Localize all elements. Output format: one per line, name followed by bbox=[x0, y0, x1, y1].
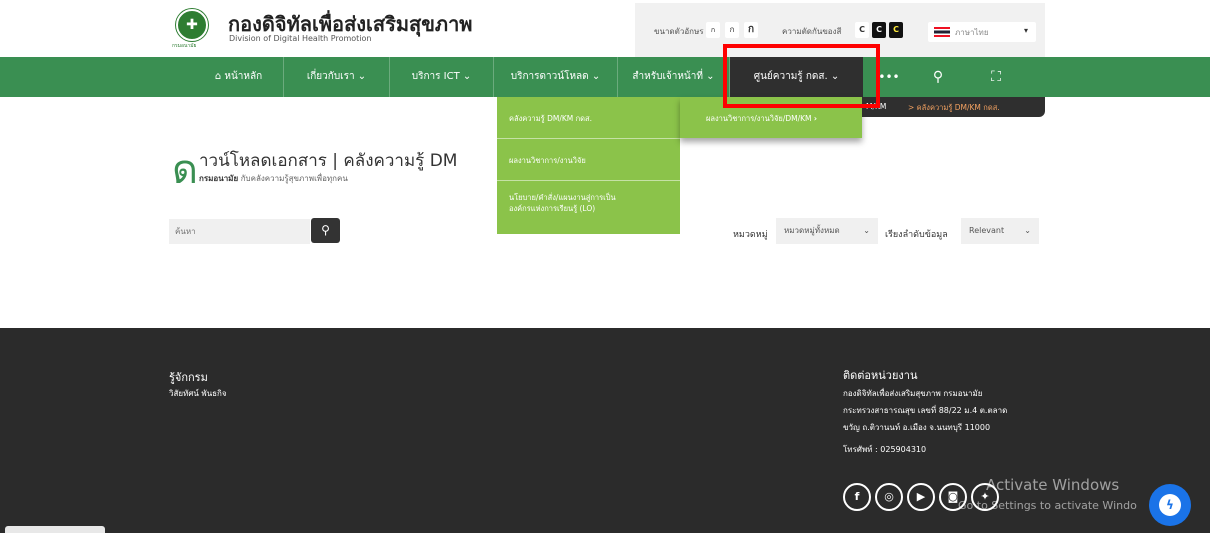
facebook-icon[interactable]: f bbox=[843, 483, 871, 511]
nav-staff-label: สำหรับเจ้าหน้าที่ bbox=[632, 71, 703, 82]
language-select[interactable]: ภาษาไทย ▾ bbox=[928, 22, 1036, 42]
bottom-tab[interactable] bbox=[5, 526, 105, 533]
contrast-dark-button[interactable]: C bbox=[872, 22, 886, 38]
nav-about-label: เกี่ยวกับเรา bbox=[306, 71, 355, 82]
home-icon: ⌂ bbox=[214, 71, 222, 82]
nav-staff[interactable]: สำหรับเจ้าหน้าที่ ⌄ bbox=[618, 57, 730, 97]
language-value: ภาษาไทย bbox=[955, 28, 989, 37]
title-initial: ด bbox=[172, 147, 198, 193]
menu-item-policy-lo[interactable]: นโยบาย/คำสั่ง/แผนงานสู่การเป็น องค์กรแห่ง… bbox=[497, 181, 680, 234]
breadcrumb: M/KM > คลังความรู้ DM/KM กดส. bbox=[862, 97, 1045, 117]
font-small-button[interactable]: ก bbox=[706, 22, 720, 38]
font-size-label: ขนาดตัวอักษร bbox=[654, 27, 704, 36]
nav-home-label: หน้าหลัก bbox=[224, 71, 263, 82]
highlight-annotation bbox=[723, 44, 880, 108]
search-button[interactable]: ⚲ bbox=[311, 218, 340, 243]
page-subtitle-bold: กรมอนามัย bbox=[199, 174, 239, 183]
page-subtitle-text: กับคลังความรู้สุขภาพเพื่อทุกคน bbox=[240, 174, 348, 183]
chevron-down-icon: ⌄ bbox=[863, 226, 870, 235]
nav-download-label: บริการดาวน์โหลด bbox=[510, 71, 589, 82]
messenger-icon: ϟ bbox=[1159, 494, 1181, 516]
contrast-yellow-button[interactable]: C bbox=[889, 22, 903, 38]
line-icon[interactable]: ◎ bbox=[875, 483, 903, 511]
chevron-down-icon: ⌄ bbox=[706, 71, 715, 82]
footer-contact-title: ติดต่อหน่วยงาน bbox=[843, 369, 918, 382]
contrast-normal-button[interactable]: C bbox=[855, 22, 869, 38]
footer-vision-link[interactable]: วิสัยทัศน์ พันธกิจ bbox=[169, 387, 227, 400]
chevron-right-icon: › bbox=[813, 114, 817, 123]
nav-ict[interactable]: บริการ ICT ⌄ bbox=[390, 57, 494, 97]
logo-emblem-icon: ✚ bbox=[186, 17, 198, 33]
footer-about-title: รู้จักกรม bbox=[169, 371, 208, 384]
page-subtitle: กรมอนามัย กับคลังความรู้สุขภาพเพื่อทุกคน bbox=[199, 172, 348, 185]
logo[interactable]: ✚ bbox=[176, 9, 208, 41]
sort-value: Relevant bbox=[969, 226, 1005, 235]
footer-address-line2: กระทรวงสาธารณสุข เลขที่ 88/22 ม.4 ต.ตลาด bbox=[843, 406, 1008, 415]
nav-download[interactable]: บริการดาวน์โหลด ⌄ bbox=[494, 57, 618, 97]
menu-item-research[interactable]: ผลงานวิชาการ/งานวิจัย bbox=[497, 139, 680, 181]
logo-caption: กรมอนามัย bbox=[172, 43, 197, 49]
main-nav: ⌂ หน้าหลัก เกี่ยวกับเรา ⌄ บริการ ICT ⌄ บ… bbox=[0, 57, 1210, 97]
sort-select[interactable]: Relevant ⌄ bbox=[961, 218, 1039, 244]
messenger-chat-button[interactable]: ϟ bbox=[1149, 484, 1191, 526]
footer-address-line3: ขวัญ ถ.ติวานนท์ อ.เมือง จ.นนทบุรี 11000 bbox=[843, 423, 991, 432]
page-title: าวน์โหลดเอกสาร | คลังความรู้ DM bbox=[199, 151, 458, 171]
chevron-down-icon: ⌄ bbox=[591, 71, 601, 82]
search-icon: ⚲ bbox=[321, 223, 330, 237]
nav-about[interactable]: เกี่ยวกับเรา ⌄ bbox=[284, 57, 390, 97]
footer-phone: โทรศัพท์ : 025904310 bbox=[843, 445, 927, 454]
chevron-down-icon: ⌄ bbox=[462, 71, 472, 82]
category-value: หมวดหมู่ทั้งหมด bbox=[784, 226, 840, 235]
youtube-icon[interactable]: ▶ bbox=[907, 483, 935, 511]
footer-address-line1: กองดิจิทัลเพื่อส่งเสริมสุขภาพ กรมอนามัย bbox=[843, 389, 983, 398]
chevron-down-icon: ⌄ bbox=[1024, 226, 1031, 235]
nav-ict-label: บริการ ICT bbox=[411, 71, 460, 82]
nav-home[interactable]: ⌂ หน้าหลัก bbox=[194, 57, 284, 97]
km-dropdown-menu: คลังความรู้ DM/KM กดส. ผลงานวิชาการ/งานว… bbox=[497, 97, 680, 234]
font-large-button[interactable]: ก bbox=[744, 22, 758, 38]
menu-item-km-library[interactable]: คลังความรู้ DM/KM กดส. bbox=[497, 97, 680, 139]
search-icon[interactable]: ⚲ bbox=[925, 57, 951, 97]
chevron-down-icon: ⌄ bbox=[357, 71, 367, 82]
activate-windows-subtitle: Go to Settings to activate Windo bbox=[958, 499, 1137, 512]
submenu-item-research-dmkm[interactable]: ผลงานวิชาการ/งานวิจัย/DM/KM › bbox=[680, 113, 817, 125]
site-subtitle: Division of Digital Health Promotion bbox=[229, 34, 372, 43]
sitemap-icon[interactable]: ⛶ bbox=[983, 57, 1009, 97]
category-select[interactable]: หมวดหมู่ทั้งหมด ⌄ bbox=[776, 218, 878, 244]
font-medium-button[interactable]: ก bbox=[725, 22, 739, 38]
search-input[interactable] bbox=[169, 219, 310, 244]
category-label: หมวดหมู่ bbox=[733, 230, 768, 240]
chevron-down-icon: ▾ bbox=[1023, 26, 1028, 35]
activate-windows-title: Activate Windows bbox=[986, 476, 1120, 494]
thai-flag-icon bbox=[934, 27, 950, 37]
breadcrumb-current: > คลังความรู้ DM/KM กดส. bbox=[908, 103, 1000, 112]
sort-label: เรียงลำดับข้อมูล bbox=[885, 230, 948, 240]
contrast-label: ความตัดกันของสี bbox=[782, 27, 842, 36]
